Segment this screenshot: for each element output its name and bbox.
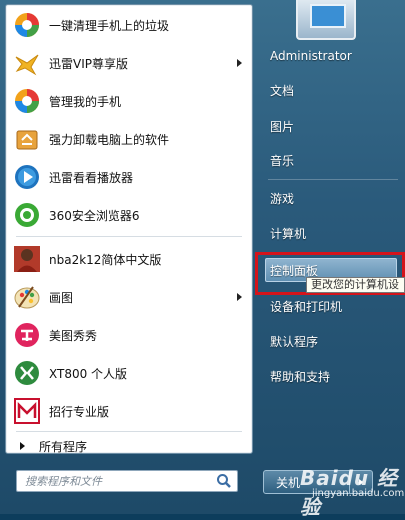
user-name-link[interactable]: Administrator [264,43,404,69]
search-input[interactable]: 搜索程序和文件 [16,470,238,492]
games-label: 游戏 [270,191,295,206]
program-item-uninstaller[interactable]: 强力卸载电脑上的软件 [10,121,248,157]
games-link[interactable]: 游戏 [264,185,404,211]
program-item-meitu[interactable]: 美图秀秀 [10,317,248,353]
devices-printers-link[interactable]: 设备和打印机 [264,293,404,319]
program-label: 管理我的手机 [49,94,122,109]
devices-label: 设备和打印机 [270,299,343,314]
program-label: 360安全浏览器6 [49,208,140,223]
divider [16,236,242,237]
program-item-manage-phone[interactable]: 管理我的手机 [10,83,248,119]
nba-player-icon [13,245,41,273]
program-item-xunlei-vip[interactable]: 迅雷VIP尊享版 [10,45,248,81]
recycle-box-icon [13,125,41,153]
program-item-nba2k12[interactable]: nba2k12简体中文版 [10,241,248,277]
programs-panel: 一键清理手机上的垃圾 迅雷VIP尊享版 管理我的手机 强力卸载电脑上的软件 迅雷… [5,4,253,454]
submenu-arrow-icon [237,293,242,301]
default-programs-label: 默认程序 [270,334,319,349]
program-item-360-browser[interactable]: 360安全浏览器6 [10,197,248,233]
program-label: 一键清理手机上的垃圾 [49,18,170,33]
start-menu: 一键清理手机上的垃圾 迅雷VIP尊享版 管理我的手机 强力卸载电脑上的软件 迅雷… [0,0,405,519]
watermark-url: jingyan.baidu.com [312,488,405,499]
program-item-xunlei-player[interactable]: 迅雷看看播放器 [10,159,248,195]
help-label: 帮助和支持 [270,369,331,384]
all-programs-button[interactable]: 所有程序 [10,434,248,458]
music-link[interactable]: 音乐 [264,147,404,173]
submenu-arrow-icon [237,59,242,67]
program-item-paint[interactable]: 画图 [10,279,248,315]
control-panel-tooltip: 更改您的计算机设 [306,277,405,293]
program-item-cmb-bank[interactable]: 招行专业版 [10,393,248,429]
documents-link[interactable]: 文档 [264,77,404,103]
program-item-xt800[interactable]: XT800 个人版 [10,355,248,391]
help-support-link[interactable]: 帮助和支持 [264,363,404,389]
computer-label: 计算机 [270,226,307,241]
divider [16,431,242,432]
browser-360-icon [13,201,41,229]
colorful-ball-icon [13,87,41,115]
user-avatar[interactable] [296,0,356,40]
right-divider [268,179,398,180]
program-label: XT800 个人版 [49,366,128,381]
computer-link[interactable]: 计算机 [264,220,404,246]
program-label: 强力卸载电脑上的软件 [49,132,170,147]
program-label: 迅雷看看播放器 [49,170,134,185]
colorful-ball-icon [13,11,41,39]
program-item-clean-phone[interactable]: 一键清理手机上的垃圾 [10,7,248,43]
paint-palette-icon [13,283,41,311]
pictures-link[interactable]: 图片 [264,113,404,139]
music-label: 音乐 [270,153,295,168]
search-icon[interactable] [215,472,233,490]
cmb-bank-icon [13,397,41,425]
search-placeholder: 搜索程序和文件 [25,475,102,488]
meitu-icon [13,321,41,349]
all-programs-label: 所有程序 [39,439,88,454]
documents-label: 文档 [270,83,295,98]
monitor-icon [310,4,346,28]
program-label: 美图秀秀 [49,328,98,343]
shutdown-label: 关机 [276,475,301,490]
program-label: 画图 [49,290,74,305]
expand-arrow-icon [20,442,25,450]
program-label: 迅雷VIP尊享版 [49,56,128,71]
program-label: 招行专业版 [49,404,110,419]
blue-play-icon [13,163,41,191]
xunlei-bird-icon [13,49,41,77]
xt800-icon [13,359,41,387]
user-name-label: Administrator [270,49,352,63]
pictures-label: 图片 [270,119,295,134]
default-programs-link[interactable]: 默认程序 [264,328,404,354]
program-label: nba2k12简体中文版 [49,252,162,267]
